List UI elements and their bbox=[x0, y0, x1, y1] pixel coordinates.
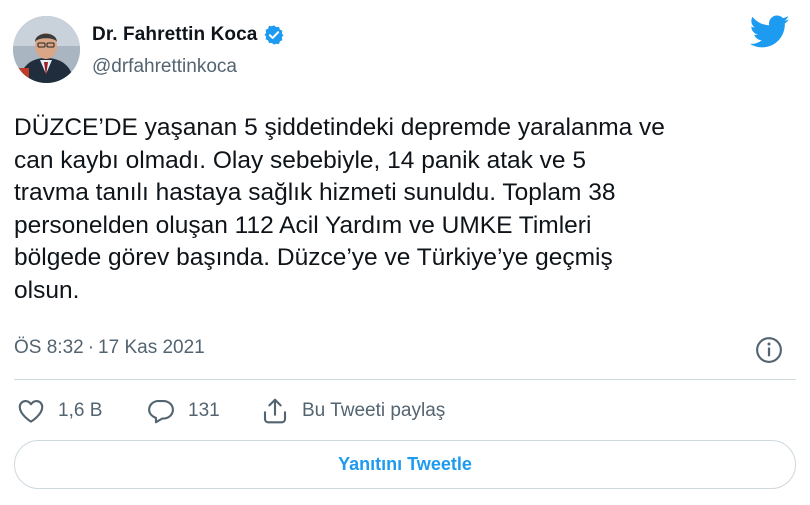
reply-tweet-button[interactable]: Yanıtını Tweetle bbox=[14, 440, 796, 489]
meta-separator: · bbox=[87, 337, 95, 358]
tweet-time[interactable]: ÖS 8:32 bbox=[14, 337, 84, 358]
reply-button[interactable]: 131 bbox=[146, 393, 220, 429]
info-icon[interactable] bbox=[754, 335, 784, 365]
share-button[interactable]: Bu Tweeti paylaş bbox=[260, 393, 445, 429]
reply-count: 131 bbox=[188, 400, 220, 421]
tweet-date[interactable]: 17 Kas 2021 bbox=[98, 337, 205, 358]
like-count: 1,6 B bbox=[58, 400, 103, 421]
like-button[interactable]: 1,6 B bbox=[16, 393, 102, 429]
tweet-text: DÜZCE’DE yaşanan 5 şiddetindeki depremde… bbox=[14, 114, 665, 304]
reply-tweet-button-label: Yanıtını Tweetle bbox=[338, 454, 472, 474]
heart-icon bbox=[16, 396, 46, 426]
reply-bubble-icon bbox=[146, 396, 176, 426]
divider bbox=[14, 379, 796, 380]
share-label: Bu Tweeti paylaş bbox=[302, 400, 446, 421]
display-name[interactable]: Dr. Fahrettin Koca bbox=[92, 24, 257, 46]
tweet-timestamp[interactable]: ÖS 8:32 · 17 Kas 2021 bbox=[14, 337, 205, 359]
twitter-bird-icon[interactable] bbox=[749, 15, 790, 49]
share-icon bbox=[260, 396, 290, 426]
user-handle[interactable]: @drfahrettinkoca bbox=[92, 56, 237, 78]
tweet-card: Dr. Fahrettin Koca @drfahrettinkoca DÜZC… bbox=[0, 0, 810, 505]
verified-badge-icon bbox=[263, 24, 285, 46]
avatar[interactable] bbox=[13, 16, 80, 83]
author-name-row[interactable]: Dr. Fahrettin Koca bbox=[92, 24, 285, 46]
action-bar: 1,6 B 131 Bu Tweeti paylaş bbox=[0, 393, 810, 429]
